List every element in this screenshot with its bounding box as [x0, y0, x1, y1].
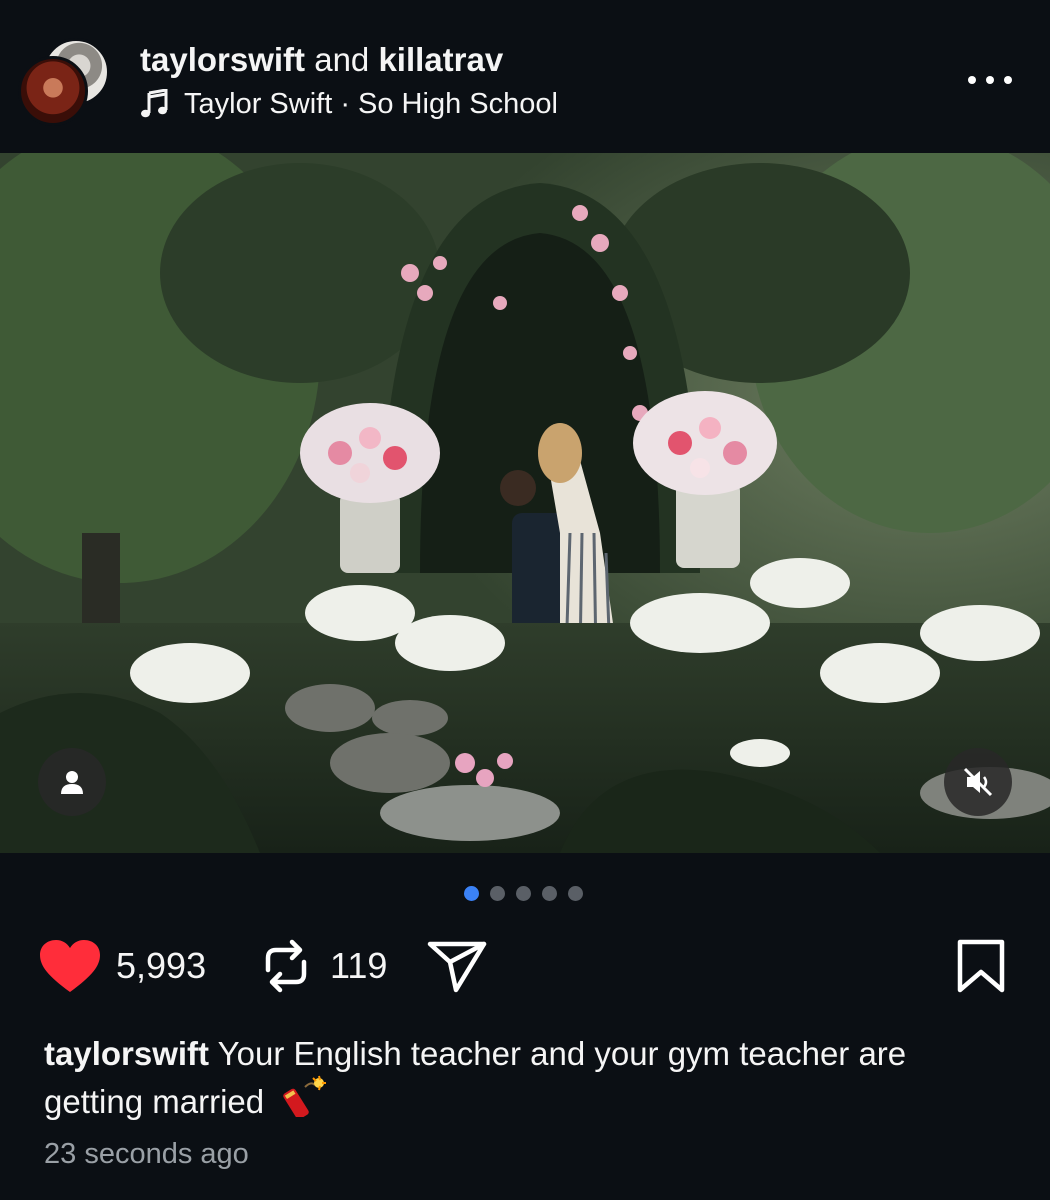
post-authors: taylorswift and killatrav [140, 40, 503, 80]
carousel-dot[interactable] [568, 886, 583, 901]
caption-username[interactable]: taylorswift [44, 1035, 209, 1072]
save-button[interactable] [956, 938, 1006, 994]
share-button[interactable] [426, 938, 488, 994]
post-media[interactable] [0, 153, 1050, 853]
carousel-dot[interactable] [542, 886, 557, 901]
author-connector: and [314, 41, 370, 78]
bookmark-icon [957, 939, 1005, 993]
carousel-dot[interactable] [490, 886, 505, 901]
more-options-button[interactable] [968, 66, 1012, 94]
post-timestamp: 23 seconds ago [44, 1138, 249, 1170]
more-horizontal-icon [968, 76, 976, 84]
post-caption: taylorswift Your English teacher and you… [44, 1032, 1004, 1123]
post-header: taylorswift and killatrav Taylor Swift ·… [0, 0, 1050, 152]
like-count[interactable]: 5,993 [116, 944, 206, 988]
music-label: Taylor Swift · So High School [184, 88, 558, 120]
firecracker-emoji-icon [283, 1075, 327, 1117]
music-note-icon [141, 89, 168, 118]
carousel-indicator [464, 886, 583, 901]
author-secondary-link[interactable]: killatrav [378, 41, 503, 78]
repost-icon [265, 939, 307, 993]
repost-button[interactable] [260, 934, 312, 998]
author-primary-link[interactable]: taylorswift [140, 41, 305, 78]
author-avatars[interactable] [18, 36, 110, 126]
carousel-dot[interactable] [516, 886, 531, 901]
heart-filled-icon [40, 940, 100, 992]
person-icon [61, 771, 83, 794]
tagged-users-button[interactable] [38, 748, 106, 816]
audio-toggle-button[interactable] [944, 748, 1012, 816]
repost-count[interactable]: 119 [330, 944, 387, 988]
carousel-dot-active[interactable] [464, 886, 479, 901]
avatar-taylorswift[interactable] [18, 56, 88, 126]
send-icon [427, 941, 487, 993]
post-action-bar: 5,993 119 [0, 930, 1050, 1002]
speaker-muted-icon [963, 767, 993, 797]
garden-proposal-photo [0, 153, 1050, 853]
like-button[interactable] [38, 938, 102, 994]
music-attribution[interactable]: Taylor Swift · So High School [140, 86, 558, 122]
